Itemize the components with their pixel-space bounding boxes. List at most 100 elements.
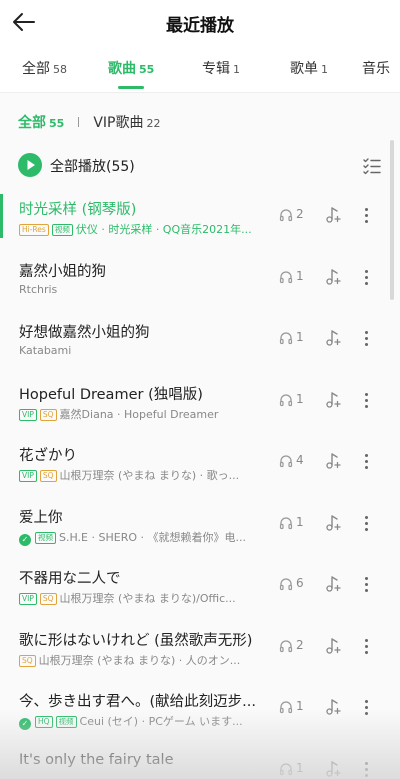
dot <box>365 761 368 765</box>
more-options-icon[interactable] <box>360 636 372 658</box>
dot <box>365 398 368 402</box>
headphones-icon <box>279 393 293 406</box>
add-to-playlist-icon[interactable] <box>322 513 342 533</box>
song-title: 花ざかり <box>19 448 77 464</box>
add-to-playlist-icon[interactable] <box>322 636 342 656</box>
headphones-icon <box>279 762 293 775</box>
add-to-playlist-icon[interactable] <box>322 390 342 410</box>
add-to-playlist-icon[interactable] <box>322 697 342 717</box>
dot <box>365 331 368 334</box>
sq-badge: SQ <box>39 593 57 605</box>
add-to-playlist-icon[interactable] <box>322 759 342 779</box>
tab-count: 58 <box>53 63 67 76</box>
song-row[interactable]: Hopeful Dreamer (独唱版) VIP SQ 嘉然Diana · Hope… <box>0 371 400 433</box>
song-row[interactable]: 好想做嘉然小姐的狗 Katabami 1 <box>0 309 400 371</box>
song-meta: VIP SQ 山根万理奈 (やまね まりな)/Offic... <box>19 590 275 606</box>
hq-badge: HQ <box>35 716 53 728</box>
song-row[interactable]: 嘉然小姐的狗 Rtchris 1 <box>0 248 400 310</box>
song-title: 爱上你 <box>19 509 63 526</box>
song-filter: 全部 55 VIP歌曲 22 <box>18 112 160 132</box>
more-options-icon[interactable] <box>360 390 372 412</box>
headphones-icon <box>279 332 293 345</box>
dot <box>365 773 368 777</box>
song-row[interactable]: It's only the fairy tale 1 <box>0 740 400 779</box>
song-title: 嘉然小姐的狗 <box>19 263 106 280</box>
listen-count-value: 1 <box>296 391 304 406</box>
tab-label: 专辑 <box>202 61 230 77</box>
tab-label: 歌曲 <box>108 61 136 77</box>
add-to-playlist-icon[interactable] <box>322 451 342 471</box>
listen-count-value: 4 <box>296 453 304 467</box>
divider <box>0 92 400 93</box>
tab-music-more[interactable]: 音乐 <box>362 58 390 78</box>
dot <box>365 208 368 211</box>
more-options-icon[interactable] <box>360 451 372 473</box>
tab-albums[interactable]: 专辑 1 <box>202 58 240 78</box>
filter-vip[interactable]: VIP歌曲 22 <box>93 112 160 132</box>
add-to-playlist-icon[interactable] <box>322 267 342 287</box>
tab-count: 1 <box>321 63 328 76</box>
more-options-icon[interactable] <box>360 205 372 227</box>
tab-playlists[interactable]: 歌单 1 <box>290 58 328 78</box>
dot <box>365 521 368 525</box>
song-row[interactable]: 爱上你 ✓ 视频 S.H.E · SHERO · 《就想赖着你》电... 1 <box>0 494 400 556</box>
listen-count: 1 <box>279 515 313 533</box>
hires-badge: Hi-Res <box>19 224 49 236</box>
dot <box>365 343 368 346</box>
downloaded-check-icon: ✓ <box>19 533 31 546</box>
headphones-icon <box>279 270 293 283</box>
song-row[interactable]: 不器用な二人で VIP SQ 山根万理奈 (やまね まりな)/Offic... 6 <box>0 555 400 617</box>
tab-label: 全部 <box>22 61 50 77</box>
artist-album-text: 山根万理奈 (やまね まりな) · 歌っ... <box>59 469 240 482</box>
filter-divider <box>78 117 80 127</box>
play-all-label[interactable]: 全部播放(55) <box>50 156 135 176</box>
song-title: 时光采样 (钢琴版) <box>19 202 137 218</box>
song-row[interactable]: 歌に形はないけれど (虽然歌声无形) SQ 山根万理奈 (やまね まりな) · 人の… <box>0 617 400 679</box>
listen-count-value: 1 <box>296 268 304 283</box>
vip-badge: VIP <box>19 593 37 605</box>
more-options-icon[interactable] <box>360 328 372 350</box>
play-all-button[interactable] <box>18 153 42 177</box>
filter-all[interactable]: 全部 55 <box>18 112 64 132</box>
dot <box>365 712 368 715</box>
dot <box>365 577 368 580</box>
dot <box>365 638 368 642</box>
listen-count: 1 <box>279 392 313 410</box>
dot <box>365 269 368 273</box>
dot <box>365 767 368 771</box>
more-options-icon[interactable] <box>360 697 372 719</box>
listen-count: 2 <box>279 638 313 656</box>
multi-select-list-icon[interactable] <box>362 156 382 176</box>
more-options-icon[interactable] <box>360 513 372 535</box>
dot <box>365 700 368 703</box>
listen-count: 1 <box>279 269 313 287</box>
song-row[interactable]: 时光采样 (钢琴版) Hi-Res 视频 伏仪 · 时光采样 · QQ音乐2021年.… <box>0 186 400 248</box>
sq-badge: SQ <box>39 470 57 482</box>
song-row[interactable]: 今、歩き出す君へ。(献给此刻迈步... ✓ HQ 视频 Ceui (セイ) · PCゲー… <box>0 678 400 740</box>
tab-songs[interactable]: 歌曲 55 <box>108 58 154 78</box>
scrollbar[interactable] <box>390 140 394 300</box>
top-bar: 最近播放 <box>0 0 400 44</box>
song-list: 时光采样 (钢琴版) Hi-Res 视频 伏仪 · 时光采样 · QQ音乐2021年.… <box>0 186 400 779</box>
song-row[interactable]: 花ざかり VIP SQ 山根万理奈 (やまね まりな) · 歌っ... 4 <box>0 432 400 494</box>
downloaded-check-icon: ✓ <box>19 718 31 730</box>
more-options-icon[interactable] <box>360 574 372 596</box>
artist-album-text: 嘉然Diana · Hopeful Dreamer <box>59 407 219 421</box>
tab-count: 1 <box>233 63 240 76</box>
add-to-playlist-icon[interactable] <box>322 574 342 594</box>
add-to-playlist-icon[interactable] <box>322 328 342 348</box>
video-badge: 视频 <box>51 224 73 236</box>
tab-all[interactable]: 全部 58 <box>22 58 67 78</box>
listen-count-value: 6 <box>296 576 304 590</box>
add-to-playlist-icon[interactable] <box>322 205 342 225</box>
artist-album-text: S.H.E · SHERO · 《就想赖着你》电... <box>59 530 246 544</box>
more-options-icon[interactable] <box>360 267 372 289</box>
listen-count: 1 <box>279 699 313 717</box>
listen-count-value: 1 <box>296 760 304 775</box>
listen-count-value: 2 <box>296 207 304 221</box>
artist-album-text: Rtchris <box>19 282 58 296</box>
more-options-icon[interactable] <box>360 759 372 779</box>
dot <box>365 650 368 654</box>
artist-album-text: Ceui (セイ) · PCゲーム います... <box>79 715 243 728</box>
video-badge: 视频 <box>35 531 56 544</box>
